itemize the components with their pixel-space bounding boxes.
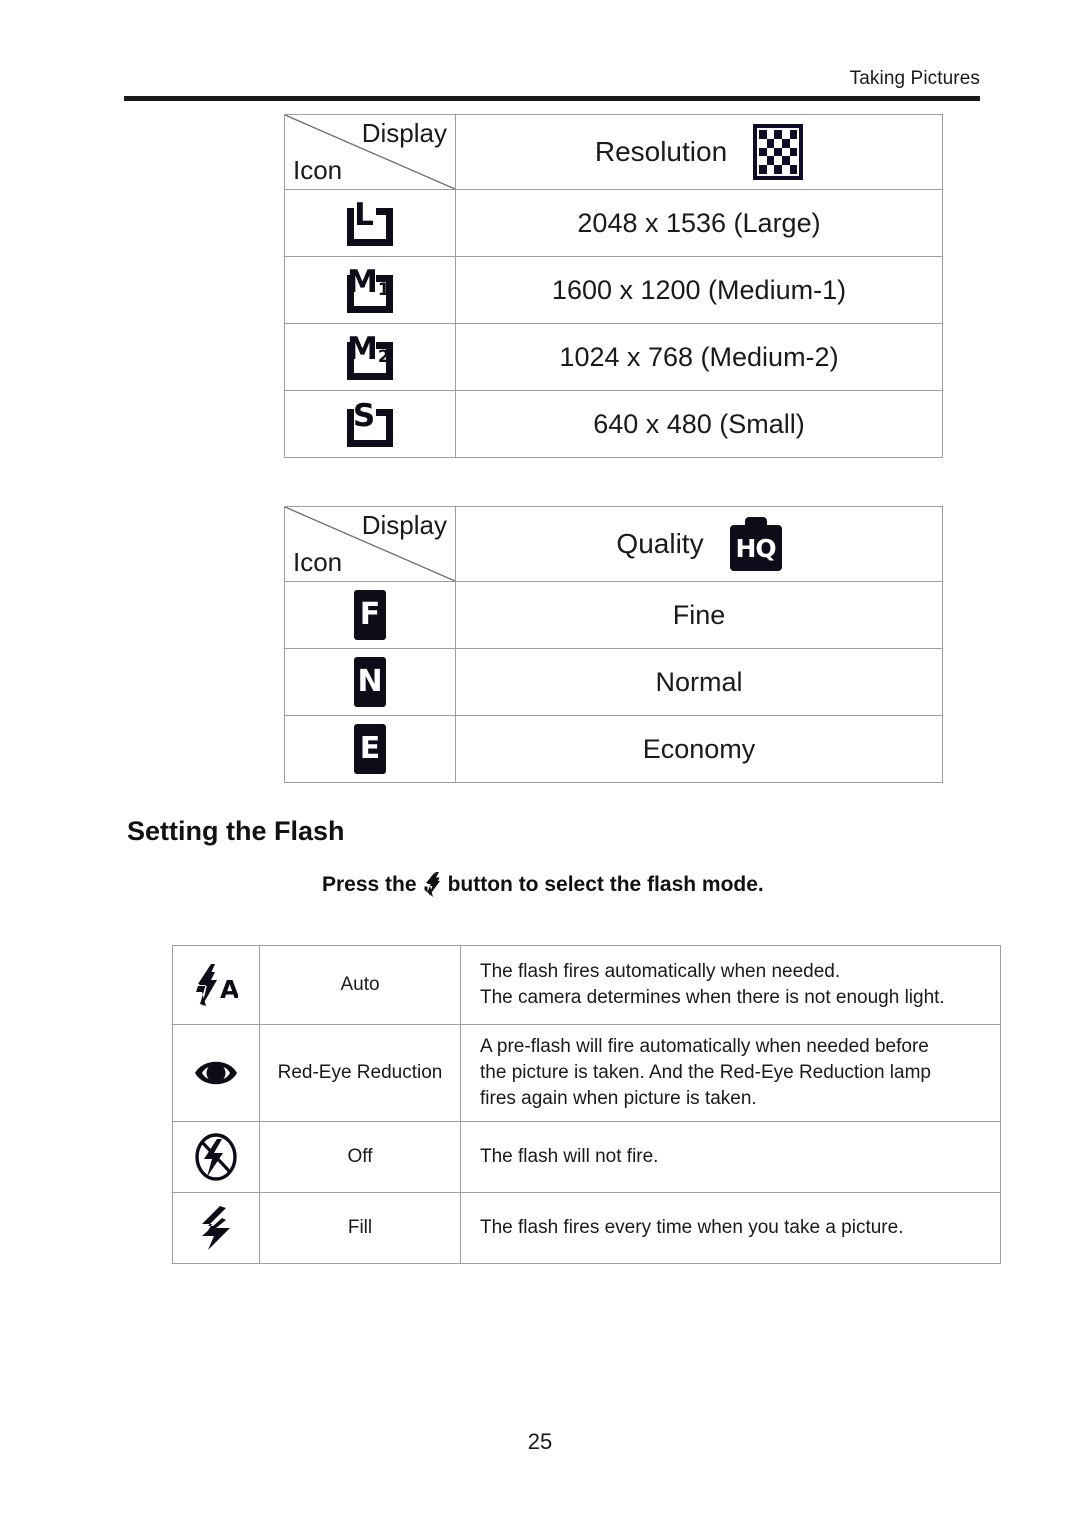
svg-text:A: A xyxy=(220,975,238,1004)
quality-corner-cell: Display Icon xyxy=(284,506,456,582)
checkerboard-icon xyxy=(753,124,804,180)
table-row: A Auto The flash fires automatically whe… xyxy=(172,945,1001,1025)
resolution-value: 640 x 480 (Small) xyxy=(593,408,805,439)
quality-header-row: Display Icon Quality HQ xyxy=(284,506,943,582)
flash-mode-name: Auto xyxy=(340,974,380,995)
resolution-corner-icon-label: Icon xyxy=(293,155,343,185)
resolution-table: Display Icon Resolution L 2048 x 1536 (L… xyxy=(284,114,943,458)
resolution-corner-cell: Display Icon xyxy=(284,114,456,190)
table-row: M2 1024 x 768 (Medium-2) xyxy=(284,323,943,391)
quality-corner-icon-label: Icon xyxy=(293,547,343,577)
resolution-value-cell: 1024 x 768 (Medium-2) xyxy=(455,323,943,391)
flash-auto-icon: A xyxy=(196,964,238,1006)
flash-mode-name: Off xyxy=(347,1146,373,1167)
resolution-value-cell: 1600 x 1200 (Medium-1) xyxy=(455,256,943,324)
quality-value: Economy xyxy=(642,733,756,764)
flash-instruction-before: Press the xyxy=(322,872,417,896)
quality-value-cell: Fine xyxy=(455,581,943,649)
running-head-text: Taking Pictures xyxy=(849,68,980,89)
flash-mode-desc-cell: The flash fires automatically when neede… xyxy=(460,945,1001,1025)
resolution-icon-cell: L xyxy=(284,189,456,257)
table-row: Fill The flash fires every time when you… xyxy=(172,1192,1001,1264)
flash-mode-desc-line: A pre-flash will fire automatically when… xyxy=(480,1036,929,1057)
table-row: N Normal xyxy=(284,648,943,716)
quality-title: Quality xyxy=(616,528,704,559)
flash-modes-table: A Auto The flash fires automatically whe… xyxy=(172,945,1001,1264)
flash-instruction: Press the button to select the flash mod… xyxy=(322,872,764,897)
flash-mode-name-cell: Auto xyxy=(259,945,461,1025)
hq-icon-label: HQ xyxy=(735,533,776,563)
resolution-value-cell: 2048 x 1536 (Large) xyxy=(455,189,943,257)
hq-camera-icon: HQ xyxy=(729,517,782,571)
resolution-large-icon: L xyxy=(347,198,393,246)
flash-icon-cell xyxy=(172,1192,260,1264)
flash-mode-desc-line: The flash fires every time when you take… xyxy=(480,1217,904,1238)
resolution-icon-cell: M2 xyxy=(284,323,456,391)
resolution-icon-cell: M1 xyxy=(284,256,456,324)
quality-icon-cell: N xyxy=(284,648,456,716)
flash-mode-name: Red-Eye Reduction xyxy=(277,1062,443,1083)
resolution-title-cell: Resolution xyxy=(455,114,943,190)
resolution-header-row: Display Icon Resolution xyxy=(284,114,943,190)
resolution-icon-cell: S xyxy=(284,390,456,458)
flash-mode-name-cell: Fill xyxy=(259,1192,461,1264)
flash-mode-desc-cell: The flash will not fire. xyxy=(460,1121,1001,1193)
quality-icon-cell: F xyxy=(284,581,456,649)
flash-mode-desc-line: The flash will not fire. xyxy=(480,1146,659,1167)
flash-mode-desc-line: fires again when picture is taken. xyxy=(480,1088,757,1109)
resolution-value: 1600 x 1200 (Medium-1) xyxy=(551,274,847,305)
resolution-title: Resolution xyxy=(594,136,728,167)
flash-bolt-icon xyxy=(424,872,440,897)
table-row: S 640 x 480 (Small) xyxy=(284,390,943,458)
flash-icon-cell: A xyxy=(172,945,260,1025)
flash-fill-icon xyxy=(202,1206,230,1250)
quality-fine-icon: F xyxy=(354,590,386,640)
resolution-corner-display-label: Display xyxy=(361,118,447,148)
quality-value: Normal xyxy=(655,666,743,697)
table-row: E Economy xyxy=(284,715,943,783)
resolution-medium2-icon: M2 xyxy=(347,332,393,380)
flash-mode-name-cell: Red-Eye Reduction xyxy=(259,1024,461,1122)
table-row: L 2048 x 1536 (Large) xyxy=(284,189,943,257)
page-header: Taking Pictures xyxy=(124,68,980,108)
quality-economy-icon: E xyxy=(354,724,386,774)
flash-mode-name-cell: Off xyxy=(259,1121,461,1193)
quality-value: Fine xyxy=(672,599,726,630)
flash-off-icon xyxy=(195,1133,237,1181)
quality-title-cell: Quality HQ xyxy=(455,506,943,582)
flash-mode-desc-cell: The flash fires every time when you take… xyxy=(460,1192,1001,1264)
resolution-value: 2048 x 1536 (Large) xyxy=(577,207,821,238)
flash-mode-name: Fill xyxy=(347,1217,373,1238)
quality-corner-display-label: Display xyxy=(361,510,447,540)
resolution-small-icon: S xyxy=(347,399,393,447)
flash-icon-cell xyxy=(172,1121,260,1193)
flash-mode-desc-line: the picture is taken. And the Red-Eye Re… xyxy=(480,1062,931,1083)
table-row: Off The flash will not fire. xyxy=(172,1121,1001,1193)
page-title: Setting the Flash xyxy=(127,816,345,846)
resolution-value-cell: 640 x 480 (Small) xyxy=(455,390,943,458)
resolution-medium1-icon: M1 xyxy=(347,265,393,313)
page-number: 25 xyxy=(527,1429,553,1454)
quality-value-cell: Normal xyxy=(455,648,943,716)
flash-mode-desc-cell: A pre-flash will fire automatically when… xyxy=(460,1024,1001,1122)
header-rule xyxy=(124,96,980,101)
quality-value-cell: Economy xyxy=(455,715,943,783)
flash-mode-desc-line: The flash fires automatically when neede… xyxy=(480,961,841,982)
quality-icon-cell: E xyxy=(284,715,456,783)
quality-table: Display Icon Quality HQ F Fine N Normal xyxy=(284,506,943,783)
table-row: M1 1600 x 1200 (Medium-1) xyxy=(284,256,943,324)
table-row: F Fine xyxy=(284,581,943,649)
resolution-value: 1024 x 768 (Medium-2) xyxy=(559,341,839,372)
table-row: Red-Eye Reduction A pre-flash will fire … xyxy=(172,1024,1001,1122)
red-eye-icon xyxy=(195,1061,237,1085)
flash-instruction-after: button to select the flash mode. xyxy=(447,872,764,896)
flash-mode-desc-line: The camera determines when there is not … xyxy=(480,987,945,1008)
quality-normal-icon: N xyxy=(354,657,386,707)
flash-icon-cell xyxy=(172,1024,260,1122)
